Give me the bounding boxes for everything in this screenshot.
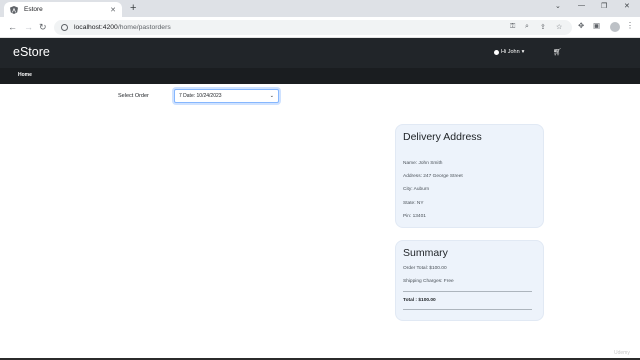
new-tab-icon[interactable]: + xyxy=(130,2,136,15)
cart-icon[interactable]: 🛒︎ xyxy=(553,48,562,56)
summary-divider xyxy=(403,291,532,292)
reload-icon[interactable]: ↻ xyxy=(39,21,47,33)
delivery-city: City: Auburn xyxy=(403,187,430,192)
nav-home-link[interactable]: Home xyxy=(18,72,32,78)
browser-tab-strip: Estore ✕ + ⌄ — ❐ ✕ xyxy=(0,0,640,17)
order-select-value: 7 Date: 10/24/2023 xyxy=(179,93,222,99)
zoom-icon[interactable]: ⌕ xyxy=(525,23,529,31)
delivery-title: Delivery Address xyxy=(403,131,482,143)
side-panel-icon[interactable]: ▣ xyxy=(593,21,600,30)
watermark: Udemy xyxy=(614,350,630,356)
minimize-icon[interactable]: — xyxy=(578,2,585,9)
summary-order-total: Order Total: $100.00 xyxy=(403,266,447,271)
tab-close-icon[interactable]: ✕ xyxy=(110,6,116,14)
profile-avatar-icon[interactable] xyxy=(610,22,620,32)
back-icon[interactable]: ← xyxy=(8,21,17,33)
restore-icon[interactable]: ❐ xyxy=(601,2,607,10)
angular-icon xyxy=(10,5,18,14)
caret-down-icon: ▾ xyxy=(521,49,525,55)
close-window-icon[interactable]: ✕ xyxy=(624,2,630,10)
tab-search-icon[interactable]: ⌄ xyxy=(555,2,561,10)
browser-toolbar: ← → ↻ localhost:4200/home/pastorders ⚿ ⌕… xyxy=(0,17,640,38)
delivery-pin: Pin: 13401 xyxy=(403,214,426,219)
user-icon xyxy=(494,49,499,55)
summary-card: Summary Order Total: $100.00 Shipping Ch… xyxy=(395,240,544,321)
bookmark-star-icon[interactable]: ☆ xyxy=(556,23,562,31)
summary-title: Summary xyxy=(403,247,448,259)
summary-shipping: Shipping Charges: Free xyxy=(403,279,454,284)
browser-tab[interactable]: Estore ✕ xyxy=(4,2,122,17)
delivery-name: Name: John Smith xyxy=(403,161,443,166)
url-host: localhost:4200 xyxy=(74,24,118,31)
delivery-address-card: Delivery Address Name: John Smith Addres… xyxy=(395,124,544,228)
extensions-icon[interactable]: ✥ xyxy=(578,21,584,30)
chevron-down-icon: ⌄ xyxy=(269,93,274,99)
app-nav-bar: Home xyxy=(0,68,640,84)
summary-total: Total : $100.00 xyxy=(403,298,436,303)
user-menu-dropdown[interactable]: Hi John ▾ xyxy=(494,49,524,55)
share-icon[interactable]: ⇪ xyxy=(540,23,546,31)
url-path: /home/pastorders xyxy=(117,24,171,31)
delivery-state: State: NY xyxy=(403,201,424,206)
site-info-icon[interactable] xyxy=(61,24,68,31)
brand-logo[interactable]: eStore xyxy=(13,45,50,59)
order-select[interactable]: 7 Date: 10/24/2023 ⌄ xyxy=(174,89,279,103)
key-icon[interactable]: ⚿ xyxy=(510,23,515,31)
summary-divider-bottom xyxy=(403,309,532,310)
address-bar[interactable]: localhost:4200/home/pastorders ⚿ ⌕ ⇪ ☆ xyxy=(54,20,572,35)
tab-title: Estore xyxy=(24,6,43,13)
browser-menu-icon[interactable]: ⋮ xyxy=(626,21,634,30)
delivery-address: Address: 247 George Street xyxy=(403,174,463,179)
select-order-label: Select Order xyxy=(118,93,149,99)
forward-icon[interactable]: → xyxy=(24,21,33,33)
app-header: eStore Hi John ▾ 🛒︎ xyxy=(0,38,640,68)
user-greeting: Hi John xyxy=(501,49,520,55)
